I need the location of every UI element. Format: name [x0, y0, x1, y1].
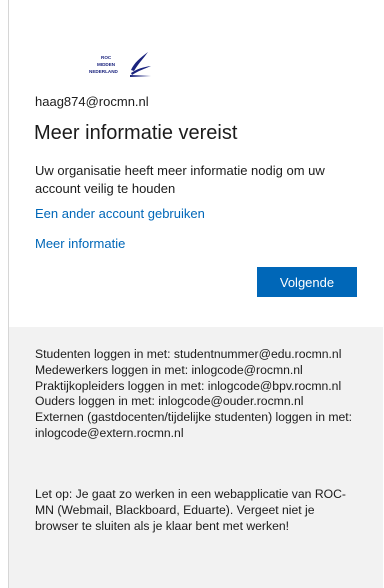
logo-line-2: MIDDEN	[97, 62, 116, 67]
sign-in-panel: ROC MIDDEN NEDERLAND haag874@rocmn.nl Me…	[9, 0, 383, 327]
logo-line-3: NEDERLAND	[89, 69, 119, 74]
logo-line-1: ROC	[101, 55, 112, 60]
next-button[interactable]: Volgende	[257, 267, 357, 297]
roc-midden-nederland-logo: ROC MIDDEN NEDERLAND	[89, 52, 151, 77]
more-information-link[interactable]: Meer informatie	[35, 236, 125, 251]
page-title: Meer informatie vereist	[34, 122, 238, 144]
description-text: Uw organisatie heeft meer informatie nod…	[35, 163, 325, 196]
login-info-panel: Studenten loggen in met: studentnummer@e…	[9, 327, 383, 588]
notice-text: Let op: Je gaat zo werken in een webappl…	[35, 487, 346, 533]
use-other-account-link[interactable]: Een ander account gebruiken	[35, 206, 205, 221]
login-instructions-text: Studenten loggen in met: studentnummer@e…	[35, 347, 353, 440]
account-email: haag874@rocmn.nl	[35, 94, 149, 109]
sign-in-card: ROC MIDDEN NEDERLAND haag874@rocmn.nl Me…	[8, 0, 383, 588]
